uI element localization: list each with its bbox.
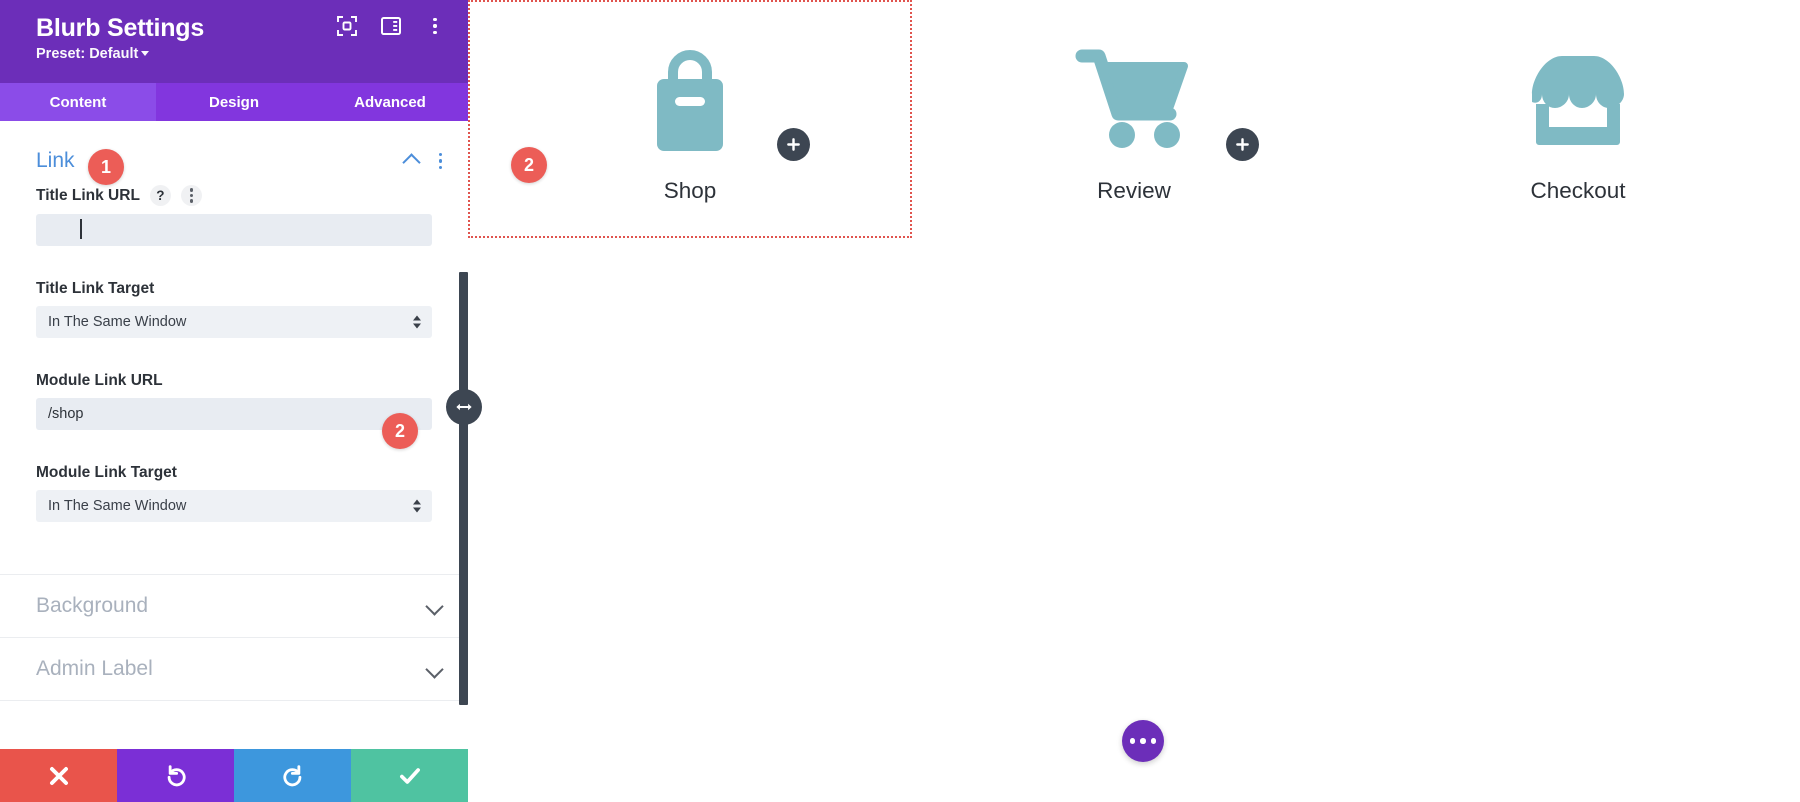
title-link-target-select[interactable]: In The Same Window [36, 306, 432, 338]
panel-header: Blurb Settings Preset: Default [0, 0, 468, 83]
focus-frame-icon[interactable] [336, 15, 358, 37]
resize-horizontal-icon [456, 403, 472, 411]
add-module-button-2[interactable] [1226, 128, 1259, 161]
add-module-button-1[interactable] [777, 128, 810, 161]
app-root: Blurb Settings Preset: Default Content D… [0, 0, 1800, 802]
plus-icon [1236, 138, 1249, 151]
shopping-bag-icon [647, 36, 733, 160]
layout-panel-icon[interactable] [380, 15, 402, 37]
module-label: Shop [663, 178, 717, 203]
chevron-down-icon [427, 599, 442, 614]
panel-header-actions [336, 15, 446, 37]
page-canvas: Shop Review Checkout [468, 0, 1800, 802]
tab-advanced[interactable]: Advanced [312, 83, 468, 121]
title-link-target-label: Title Link Target [36, 280, 155, 297]
module-link-url-input[interactable] [36, 398, 432, 430]
module-link-target-value: In The Same Window [36, 490, 432, 522]
shopping-cart-icon [1074, 36, 1194, 160]
admin-label-section-title: Admin Label [36, 657, 153, 680]
link-section-header[interactable]: Link [0, 121, 468, 179]
module-label: Review [1097, 178, 1171, 203]
redo-icon [282, 764, 301, 786]
module-link-target-select[interactable]: In The Same Window [36, 490, 432, 522]
section-kebab-icon[interactable] [438, 152, 442, 170]
blurb-module-checkout[interactable]: Checkout [1356, 0, 1800, 204]
select-spinner-icon [413, 315, 421, 329]
title-link-target-label-row: Title Link Target [36, 280, 432, 298]
blurb-settings-panel: Blurb Settings Preset: Default Content D… [0, 0, 468, 802]
module-link-url-label: Module Link URL [36, 372, 163, 389]
preset-label: Preset: Default [36, 46, 139, 62]
title-link-target-value: In The Same Window [36, 306, 432, 338]
undo-button[interactable] [117, 749, 234, 802]
annotation-badge-2-canvas: 2 [511, 147, 547, 183]
ellipsis-dot [1150, 738, 1157, 744]
close-icon [49, 766, 68, 785]
chevron-up-icon[interactable] [404, 153, 419, 168]
preset-selector[interactable]: Preset: Default [36, 46, 442, 62]
undo-icon [167, 764, 186, 786]
ellipsis-dot [1140, 738, 1146, 744]
field-module-link-target: Module Link Target In The Same Window [0, 464, 468, 522]
field-title-link-url: Title Link URL ? [0, 185, 468, 246]
blurb-module-review[interactable]: Review [912, 0, 1356, 204]
field-title-link-target: Title Link Target In The Same Window [0, 280, 468, 338]
tab-design[interactable]: Design [156, 83, 312, 121]
panel-scrollbar[interactable] [459, 272, 468, 705]
divider [0, 700, 468, 701]
panel-action-bar [0, 749, 468, 802]
redo-button[interactable] [234, 749, 351, 802]
select-spinner-icon [413, 499, 421, 513]
storefront-icon [1512, 36, 1644, 160]
field-options-kebab-icon[interactable] [180, 185, 202, 206]
help-icon[interactable]: ? [149, 185, 171, 206]
page-settings-fab[interactable] [1122, 720, 1164, 762]
title-link-url-input[interactable] [36, 214, 432, 246]
blurb-module-shop[interactable]: Shop [468, 0, 912, 238]
module-link-target-label-row: Module Link Target [36, 464, 432, 482]
kebab-menu-icon[interactable] [424, 15, 446, 37]
ellipsis-dot [1129, 738, 1136, 744]
panel-resize-handle[interactable] [446, 389, 482, 425]
title-link-url-label-row: Title Link URL ? [36, 185, 432, 206]
module-label: Checkout [1530, 178, 1626, 203]
cancel-button[interactable] [0, 749, 117, 802]
save-button[interactable] [351, 749, 468, 802]
tab-content[interactable]: Content [0, 83, 156, 121]
title-link-url-label: Title Link URL [36, 186, 140, 204]
module-link-url-label-row: Module Link URL [36, 372, 432, 390]
annotation-badge-2-panel: 2 [382, 413, 418, 449]
module-link-target-label: Module Link Target [36, 464, 177, 481]
link-section-controls [404, 152, 442, 170]
plus-icon [787, 138, 800, 151]
annotation-badge-1: 1 [88, 149, 124, 185]
panel-tabs: Content Design Advanced [0, 83, 468, 121]
sidebar-item-admin-label[interactable]: Admin Label [0, 638, 468, 700]
chevron-down-icon [427, 662, 442, 677]
link-section-title: Link [36, 149, 75, 172]
chevron-down-icon [141, 51, 150, 56]
check-icon [399, 767, 420, 784]
text-caret [80, 219, 82, 239]
background-section-title: Background [36, 594, 149, 617]
module-row: Shop Review Checkout [468, 0, 1800, 290]
sidebar-item-background[interactable]: Background [0, 575, 468, 637]
